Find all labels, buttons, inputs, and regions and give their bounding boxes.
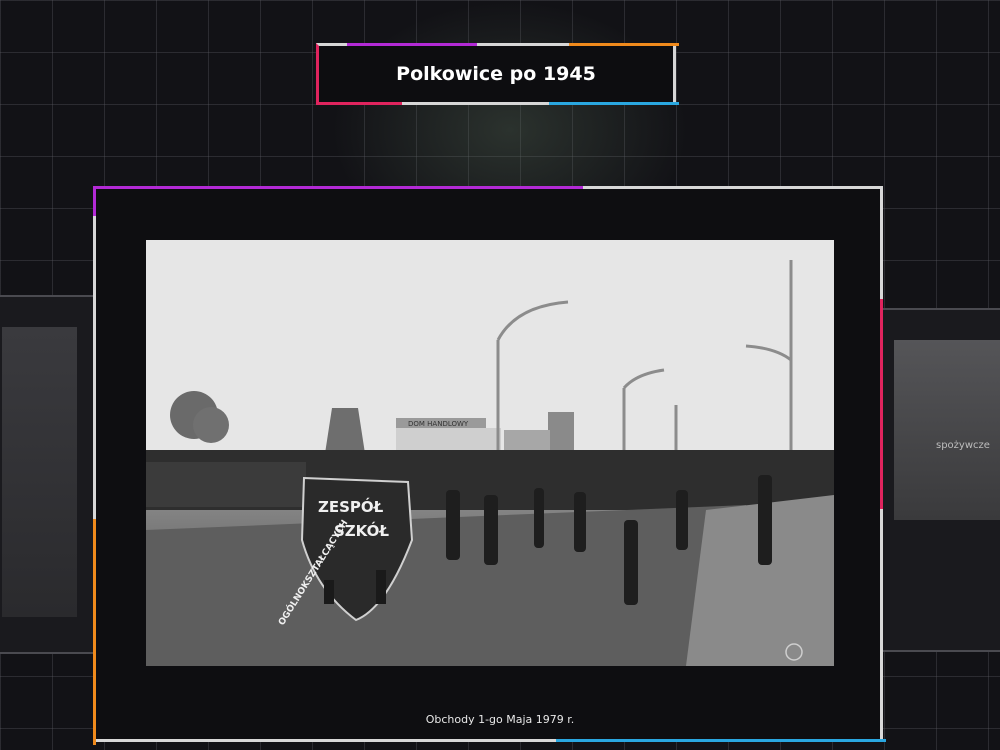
left-side-photo xyxy=(2,327,77,617)
title-box: Polkowice po 1945 xyxy=(316,43,679,105)
photo-caption: Obchody 1-go Maja 1979 r. xyxy=(425,713,575,726)
right-side-photo: spożywcze xyxy=(894,340,1000,520)
photo-illustration: DOM HANDLOWY ZESPÓŁ SZKÓŁ OGÓLNOKSZTAŁCĄ… xyxy=(146,240,834,666)
historical-photo[interactable]: DOM HANDLOWY ZESPÓŁ SZKÓŁ OGÓLNOKSZTAŁCĄ… xyxy=(146,240,834,666)
store-sign: DOM HANDLOWY xyxy=(408,420,469,428)
banner-line-1: ZESPÓŁ xyxy=(318,497,384,516)
right-side-label: spożywcze xyxy=(936,440,990,451)
page-title: Polkowice po 1945 xyxy=(396,63,596,85)
